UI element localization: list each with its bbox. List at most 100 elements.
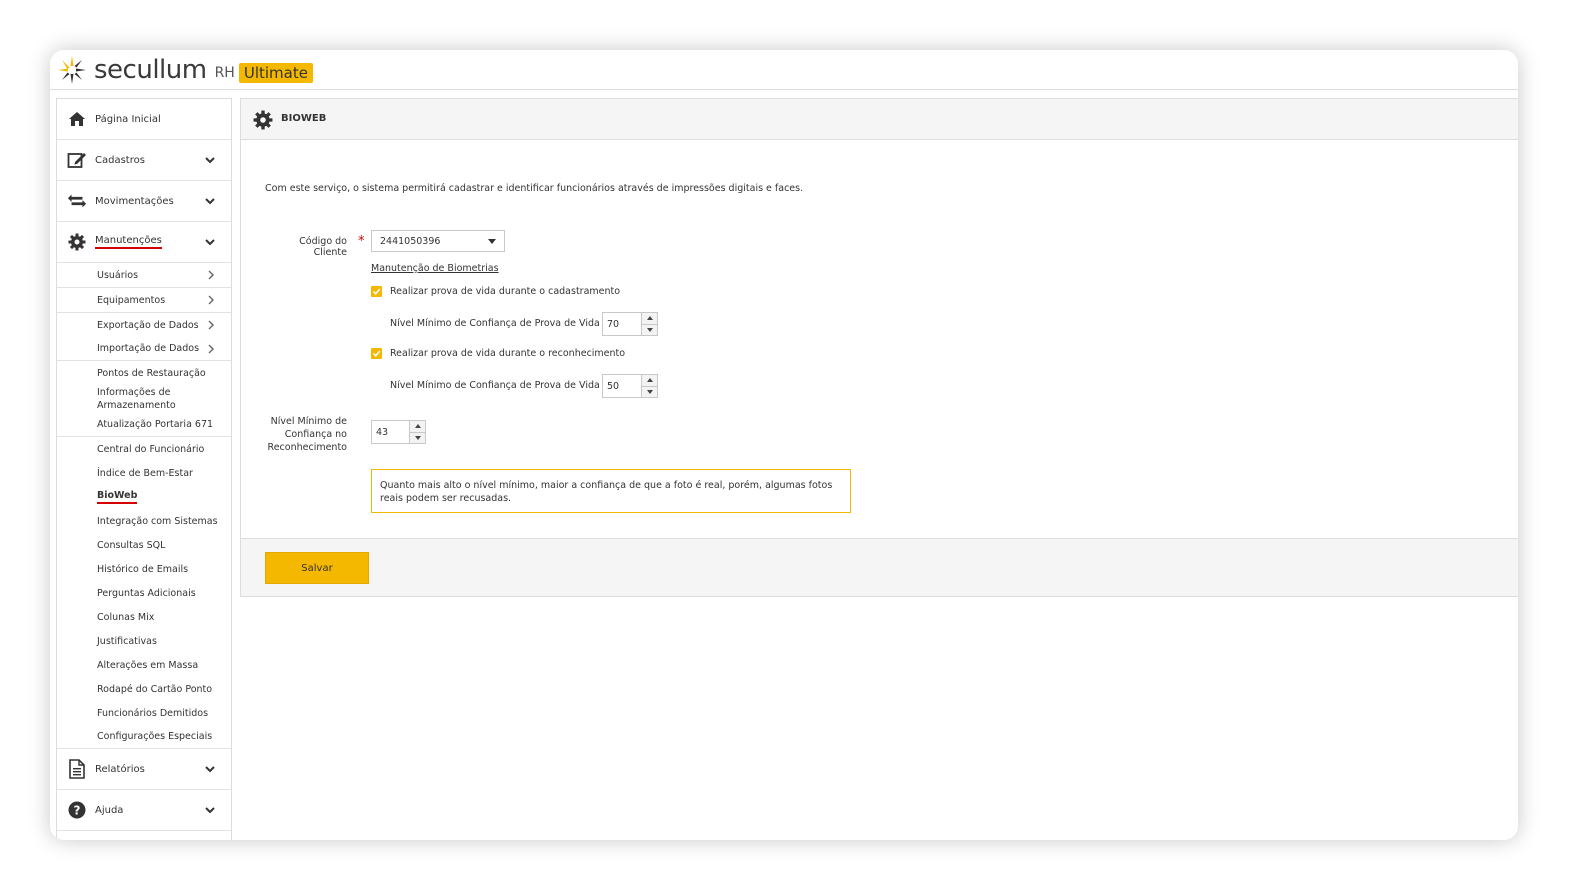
- recognition-min-label-line: Confiança no: [284, 429, 347, 440]
- stepper-down-button[interactable]: [642, 324, 657, 335]
- submenu-item-integracao[interactable]: Integração com Sistemas: [57, 509, 231, 533]
- stepper-down-button[interactable]: [410, 432, 425, 443]
- sidebar-item-movimentacoes[interactable]: Movimentações: [57, 181, 231, 222]
- recognition-min-stepper[interactable]: 43: [371, 420, 426, 444]
- transfer-icon: [67, 191, 87, 211]
- gear-icon: [253, 110, 273, 130]
- sidebar-item-label: Relatórios: [95, 763, 145, 775]
- page-header: BIOWEB: [240, 98, 1518, 140]
- check-icon: [372, 288, 381, 295]
- arrow-down-icon: [414, 435, 421, 440]
- submenu-label: Exportação de Dados: [97, 319, 199, 331]
- sidebar-item-ajuda[interactable]: ? Ajuda: [57, 790, 231, 831]
- arrow-up-icon: [646, 378, 653, 383]
- submenu-label: Alterações em Massa: [97, 659, 199, 671]
- top-header: secullum RH Ultimate: [50, 50, 1518, 90]
- submenu-item-alteracoes-massa[interactable]: Alterações em Massa: [57, 653, 231, 677]
- page-description: Com este serviço, o sistema permitirá ca…: [265, 183, 804, 194]
- edit-icon: [67, 150, 87, 170]
- submenu-item-pontos-restauracao[interactable]: Pontos de Restauração: [57, 361, 231, 385]
- submenu-item-historico-emails[interactable]: Histórico de Emails: [57, 557, 231, 581]
- submenu-label: Justificativas: [97, 635, 157, 647]
- submenu-item-justificativas[interactable]: Justificativas: [57, 629, 231, 653]
- recognition-min-label-line: Reconhecimento: [267, 442, 347, 453]
- stepper-up-button[interactable]: [642, 375, 657, 387]
- biometrics-maintenance-link[interactable]: Manutenção de Biometrias: [371, 263, 499, 274]
- chevron-down-icon: [205, 807, 215, 814]
- liveness-min-stepper-1[interactable]: 70: [602, 312, 658, 336]
- submenu-label: Índice de Bem-Estar: [97, 467, 193, 479]
- submenu-item-config-especiais[interactable]: Configurações Especiais: [57, 725, 231, 749]
- submenu-item-consultas-sql[interactable]: Consultas SQL: [57, 533, 231, 557]
- submenu-item-portaria[interactable]: Atualização Portaria 671: [57, 413, 231, 437]
- submenu-label: BioWeb: [97, 490, 138, 504]
- sidebar-item-relatorios[interactable]: Relatórios: [57, 749, 231, 790]
- sidebar-item-label: Movimentações: [95, 195, 174, 207]
- chevron-down-icon: [205, 198, 215, 205]
- page-title: BIOWEB: [281, 113, 327, 124]
- check-icon: [372, 350, 381, 357]
- svg-text:?: ?: [74, 804, 81, 818]
- sidebar-item-home[interactable]: Página Inicial: [57, 99, 231, 140]
- edition-badge: Ultimate: [238, 62, 313, 83]
- liveness-min-stepper-2[interactable]: 50: [602, 374, 658, 398]
- liveness-recognition-checkbox[interactable]: [371, 348, 382, 359]
- bioweb-form: Com este serviço, o sistema permitirá ca…: [240, 140, 1518, 539]
- submenu-item-rodape[interactable]: Rodapé do Cartão Ponto: [57, 677, 231, 701]
- submenu-item-armazenamento[interactable]: Informações de Armazenamento: [57, 385, 231, 413]
- confidence-hint-box: Quanto mais alto o nível mínimo, maior a…: [371, 469, 851, 513]
- sidebar-item-cadastros[interactable]: Cadastros: [57, 140, 231, 181]
- brand-logo[interactable]: secullum RH Ultimate: [56, 54, 313, 86]
- submenu-item-importacao[interactable]: Importação de Dados: [57, 337, 231, 361]
- arrow-down-icon: [646, 327, 653, 332]
- stepper-down-button[interactable]: [642, 386, 657, 397]
- submenu-item-equipamentos[interactable]: Equipamentos: [57, 288, 231, 313]
- liveness-registration-checkbox[interactable]: [371, 286, 382, 297]
- chevron-right-icon: [208, 295, 214, 305]
- submenu-item-demitidos[interactable]: Funcionários Demitidos: [57, 701, 231, 725]
- recognition-min-label-line: Nível Mínimo de: [270, 416, 347, 427]
- liveness-registration-row: Realizar prova de vida durante o cadastr…: [371, 286, 620, 297]
- chevron-right-icon: [208, 344, 214, 353]
- submenu-item-colunas-mix[interactable]: Colunas Mix: [57, 605, 231, 629]
- chevron-right-icon: [208, 270, 214, 280]
- submenu-label: Integração com Sistemas: [97, 515, 218, 527]
- liveness-registration-label: Realizar prova de vida durante o cadastr…: [390, 286, 621, 297]
- required-asterisk: *: [358, 234, 365, 249]
- submenu-label: Usuários: [97, 269, 139, 281]
- recognition-min-value: 43: [376, 426, 389, 438]
- stepper-buttons: [409, 421, 425, 443]
- submenu-item-central-funcionario[interactable]: Central do Funcionário: [57, 437, 231, 461]
- submenu-item-bioweb[interactable]: BioWeb: [57, 485, 231, 509]
- app-window: secullum RH Ultimate Página Inicial Cada…: [50, 50, 1518, 840]
- submenu-item-usuarios[interactable]: Usuários: [57, 263, 231, 288]
- liveness-min-value-2: 50: [607, 380, 620, 392]
- sidebar-item-manutencoes[interactable]: Manutenções: [57, 222, 231, 263]
- chevron-down-icon: [205, 157, 215, 164]
- client-code-value: 2441050396: [380, 235, 441, 247]
- submenu-label: Central do Funcionário: [97, 443, 205, 455]
- recognition-min-label: Nível Mínimo de Confiança no Reconhecime…: [255, 415, 347, 454]
- submenu-item-exportacao[interactable]: Exportação de Dados: [57, 313, 231, 337]
- liveness-min-value-1: 70: [607, 318, 620, 330]
- stepper-up-button[interactable]: [410, 421, 425, 433]
- stepper-buttons: [641, 313, 657, 335]
- submenu-label: Perguntas Adicionais: [97, 587, 196, 599]
- submenu-label: Atualização Portaria 671: [97, 419, 214, 430]
- arrow-down-icon: [646, 389, 653, 394]
- save-button[interactable]: Salvar: [265, 552, 369, 584]
- submenu-label: Colunas Mix: [97, 611, 155, 623]
- submenu-item-bem-estar[interactable]: Índice de Bem-Estar: [57, 461, 231, 485]
- client-code-select[interactable]: 2441050396: [371, 230, 505, 252]
- liveness-recognition-label: Realizar prova de vida durante o reconhe…: [390, 348, 626, 359]
- stepper-up-button[interactable]: [642, 313, 657, 325]
- help-icon: ?: [67, 800, 87, 820]
- gear-icon: [67, 232, 87, 252]
- submenu-label: Informações de Armazenamento: [97, 387, 176, 411]
- submenu-item-perguntas[interactable]: Perguntas Adicionais: [57, 581, 231, 605]
- submenu-label: Equipamentos: [97, 294, 166, 306]
- sidebar-item-label: Página Inicial: [95, 113, 161, 125]
- sidebar-item-label: Cadastros: [95, 154, 145, 166]
- submenu-label: Rodapé do Cartão Ponto: [97, 683, 213, 695]
- chevron-right-icon: [208, 320, 214, 330]
